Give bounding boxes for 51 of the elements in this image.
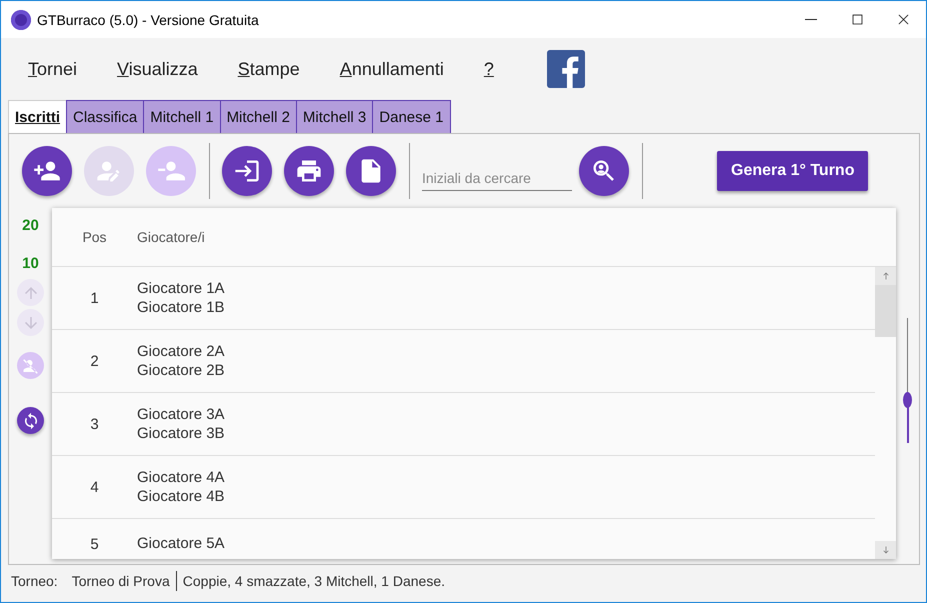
tab[interactable]: Mitchell 1: [143, 100, 221, 133]
table-cell-text: 3: [89, 416, 100, 432]
player-name: Giocatore 5A: [137, 534, 226, 553]
generate-round-button[interactable]: Genera 1° Turno: [717, 151, 868, 191]
person-slash-icon: [22, 356, 40, 374]
minimize-icon: [805, 19, 817, 20]
search-button[interactable]: [579, 146, 629, 196]
player-name: Giocatore 3B: [137, 424, 226, 443]
maximize-icon: [850, 13, 864, 26]
player-name: Giocatore 2A: [137, 342, 226, 361]
column-header[interactable]: Pos: [52, 229, 137, 245]
table-cell-text: 2: [89, 352, 100, 370]
player-name: Giocatore 2B: [137, 361, 226, 380]
print-button[interactable]: [284, 146, 334, 196]
menu-item[interactable]: Tornei: [19, 54, 86, 84]
table-cell-text: 1: [89, 290, 100, 306]
player-name: Giocatore 1B: [137, 298, 226, 317]
tournament-details: Coppie, 4 smazzate, 3 Mitchell, 1 Danese.: [182, 573, 446, 589]
count-label: 20: [22, 216, 39, 236]
player-name: Giocatore 4A: [137, 468, 226, 487]
menu-item[interactable]: Annullamenti: [330, 54, 453, 84]
player-name: Giocatore 3A: [137, 405, 226, 424]
import-button[interactable]: [222, 146, 272, 196]
tab[interactable]: Iscritti: [8, 100, 68, 133]
f-logo-icon[interactable]: [546, 50, 585, 88]
refresh-button[interactable]: [17, 407, 44, 434]
tournament-name: Torneo di Prova: [72, 573, 170, 589]
tab[interactable]: Classifica: [66, 100, 144, 133]
export-button[interactable]: [346, 146, 396, 196]
menu-item[interactable]: Stampe: [228, 54, 309, 84]
column-header[interactable]: Giocatore/i: [137, 229, 896, 245]
close-icon: [896, 13, 910, 26]
scrollbar-thumb[interactable]: [875, 285, 896, 337]
scroll-up-button[interactable]: [875, 267, 896, 285]
tab[interactable]: Mitchell 2: [220, 100, 297, 133]
count-label: 10: [22, 254, 39, 274]
tab[interactable]: Danese 1: [372, 100, 450, 133]
player-name: Giocatore 4B: [137, 487, 226, 506]
search-field[interactable]: Iniziali da cercare: [422, 166, 572, 190]
window-title: GTBurraco (5.0) - Versione Gratuita: [37, 12, 260, 28]
scroll-down-button[interactable]: [875, 541, 896, 559]
app-logo-icon: [11, 10, 31, 30]
table-cell-text: 4: [89, 478, 100, 496]
status-label: Torneo:: [11, 573, 58, 589]
add-person-button[interactable]: [22, 146, 72, 196]
player-name: Giocatore 1A: [137, 279, 226, 298]
table-cell-text: 5: [89, 536, 100, 553]
menu-item[interactable]: ?: [474, 54, 503, 84]
menu-item[interactable]: Visualizza: [108, 54, 207, 84]
slider-thumb[interactable]: [903, 392, 912, 408]
tab[interactable]: Mitchell 3: [296, 100, 374, 133]
